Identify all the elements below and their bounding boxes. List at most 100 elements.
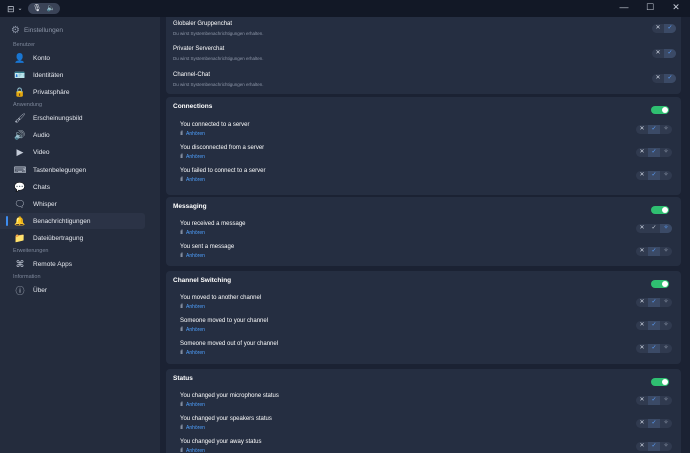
on-option[interactable]: ✓ xyxy=(648,171,660,180)
on-option[interactable]: ✓ xyxy=(648,224,660,233)
on-option[interactable]: ✓ xyxy=(648,298,660,307)
pin-option[interactable]: ✧ xyxy=(660,344,672,353)
on-option[interactable]: ✓ xyxy=(648,247,660,256)
close-button[interactable]: ✕ xyxy=(669,2,683,13)
maximize-button[interactable]: ☐ xyxy=(643,2,657,13)
listen-link[interactable]: ılıl Anhören xyxy=(180,131,205,137)
sidebar-item-label: Konto xyxy=(33,54,50,62)
microphone-icon[interactable]: 🎙 xyxy=(33,3,42,14)
off-option[interactable]: ✕ xyxy=(636,321,648,330)
sidebar-item-video[interactable]: ▶ Video xyxy=(0,144,145,160)
listen-link[interactable]: ılıl Anhören xyxy=(180,304,205,310)
on-option[interactable]: ✓ xyxy=(664,24,676,33)
sidebar-item-benachrichtigungen[interactable]: 🔔 Benachrichtigungen xyxy=(0,213,145,229)
on-option[interactable]: ✓ xyxy=(648,419,660,428)
on-option[interactable]: ✓ xyxy=(648,442,660,451)
waveform-icon: ılıl xyxy=(180,304,183,310)
pin-option[interactable]: ✧ xyxy=(660,419,672,428)
sidebar-item-dateiuebertragung[interactable]: 📁 Dateiübertragung xyxy=(0,230,145,246)
pin-option[interactable]: ✧ xyxy=(660,224,672,233)
pin-option[interactable]: ✧ xyxy=(660,125,672,134)
listen-link[interactable]: ılıl Anhören xyxy=(180,327,205,333)
off-option[interactable]: ✕ xyxy=(636,224,648,233)
on-option[interactable]: ✓ xyxy=(648,396,660,405)
sound-options[interactable]: ✕ ✓ ✧ xyxy=(636,419,672,428)
sidebar-item-whisper[interactable]: 🗨 Whisper xyxy=(0,196,145,212)
pin-option[interactable]: ✧ xyxy=(660,171,672,180)
sidebar-item-remote-apps[interactable]: ⌘ Remote Apps xyxy=(0,256,145,272)
listen-link[interactable]: ılıl Anhören xyxy=(180,230,205,236)
off-option[interactable]: ✕ xyxy=(636,396,648,405)
waveform-icon: ılıl xyxy=(180,154,183,160)
scrollbar[interactable] xyxy=(686,17,690,453)
sidebar-item-label: Dateiübertragung xyxy=(33,234,84,242)
connections-toggle[interactable] xyxy=(651,106,669,114)
off-option[interactable]: ✕ xyxy=(636,247,648,256)
sidebar-item-label: Benachrichtigungen xyxy=(33,217,91,225)
channel-switching-toggle[interactable] xyxy=(651,280,669,288)
sound-options[interactable]: ✕ ✓ ✧ xyxy=(636,247,672,256)
sidebar-item-chats[interactable]: 💬 Chats xyxy=(0,179,145,195)
off-option[interactable]: ✕ xyxy=(652,74,664,83)
listen-label: Anhören xyxy=(186,253,205,259)
listen-link[interactable]: ılıl Anhören xyxy=(180,425,205,431)
listen-label: Anhören xyxy=(186,177,205,183)
messaging-toggle[interactable] xyxy=(651,206,669,214)
off-option[interactable]: ✕ xyxy=(652,49,664,58)
sidebar-item-identitaeten[interactable]: 🪪 Identitäten xyxy=(0,67,145,83)
sound-options[interactable]: ✕ ✓ ✧ xyxy=(636,125,672,134)
off-option[interactable]: ✕ xyxy=(636,344,648,353)
off-option[interactable]: ✕ xyxy=(636,171,648,180)
listen-link[interactable]: ılıl Anhören xyxy=(180,253,205,259)
pin-option[interactable]: ✧ xyxy=(660,396,672,405)
sound-options[interactable]: ✕ ✓ ✧ xyxy=(636,224,672,233)
section-label-app: Anwendung xyxy=(13,102,43,108)
status-toggle[interactable] xyxy=(651,378,669,386)
listen-link[interactable]: ılıl Anhören xyxy=(180,177,205,183)
speaker-icon[interactable]: 🔈 xyxy=(46,3,55,14)
on-option[interactable]: ✓ xyxy=(664,49,676,58)
off-option[interactable]: ✕ xyxy=(636,148,648,157)
listen-link[interactable]: ılıl Anhören xyxy=(180,448,205,453)
sound-options[interactable]: ✕ ✓ ✧ xyxy=(636,148,672,157)
on-option[interactable]: ✓ xyxy=(648,148,660,157)
sound-options[interactable]: ✕ ✓ ✧ xyxy=(636,344,672,353)
listen-link[interactable]: ılıl Anhören xyxy=(180,402,205,408)
off-option[interactable]: ✕ xyxy=(636,442,648,451)
off-option[interactable]: ✕ xyxy=(636,419,648,428)
sidebar-item-konto[interactable]: 👤 Konto xyxy=(0,50,145,66)
sidebar-item-audio[interactable]: 🔊 Audio xyxy=(0,127,145,143)
sidebar-item-ueber[interactable]: ⓘ Über xyxy=(0,282,145,298)
notify-toggle-global[interactable]: ✕ ✓ xyxy=(652,24,676,33)
sound-options[interactable]: ✕ ✓ ✧ xyxy=(636,442,672,451)
layout-icon[interactable]: ⊟ xyxy=(7,4,15,14)
sidebar: ⚙ Einstellungen Benutzer 👤 Konto 🪪 Ident… xyxy=(0,17,160,453)
pin-option[interactable]: ✧ xyxy=(660,247,672,256)
pin-option[interactable]: ✧ xyxy=(660,321,672,330)
on-option[interactable]: ✓ xyxy=(648,321,660,330)
sidebar-item-tastenbelegungen[interactable]: ⌨ Tastenbelegungen xyxy=(0,162,145,178)
sidebar-item-erscheinungsbild[interactable]: 🖌 Erscheinungsbild xyxy=(0,110,145,126)
off-option[interactable]: ✕ xyxy=(636,298,648,307)
on-option[interactable]: ✓ xyxy=(648,344,660,353)
sound-options[interactable]: ✕ ✓ ✧ xyxy=(636,171,672,180)
pin-option[interactable]: ✧ xyxy=(660,442,672,451)
off-option[interactable]: ✕ xyxy=(636,125,648,134)
on-option[interactable]: ✓ xyxy=(648,125,660,134)
notify-toggle-private[interactable]: ✕ ✓ xyxy=(652,49,676,58)
sidebar-item-label: Video xyxy=(33,148,50,156)
chevron-down-icon[interactable]: ⌄ xyxy=(18,5,23,12)
pin-option[interactable]: ✧ xyxy=(660,298,672,307)
off-option[interactable]: ✕ xyxy=(652,24,664,33)
sidebar-item-privatsphaere[interactable]: 🔒 Privatsphäre xyxy=(0,84,145,100)
sound-options[interactable]: ✕ ✓ ✧ xyxy=(636,298,672,307)
sound-options[interactable]: ✕ ✓ ✧ xyxy=(636,396,672,405)
notify-toggle-channel[interactable]: ✕ ✓ xyxy=(652,74,676,83)
sound-options[interactable]: ✕ ✓ ✧ xyxy=(636,321,672,330)
listen-link[interactable]: ılıl Anhören xyxy=(180,154,205,160)
section-label-info: Information xyxy=(13,274,41,280)
on-option[interactable]: ✓ xyxy=(664,74,676,83)
minimize-button[interactable]: — xyxy=(617,2,631,12)
pin-option[interactable]: ✧ xyxy=(660,148,672,157)
listen-link[interactable]: ılıl Anhören xyxy=(180,350,205,356)
